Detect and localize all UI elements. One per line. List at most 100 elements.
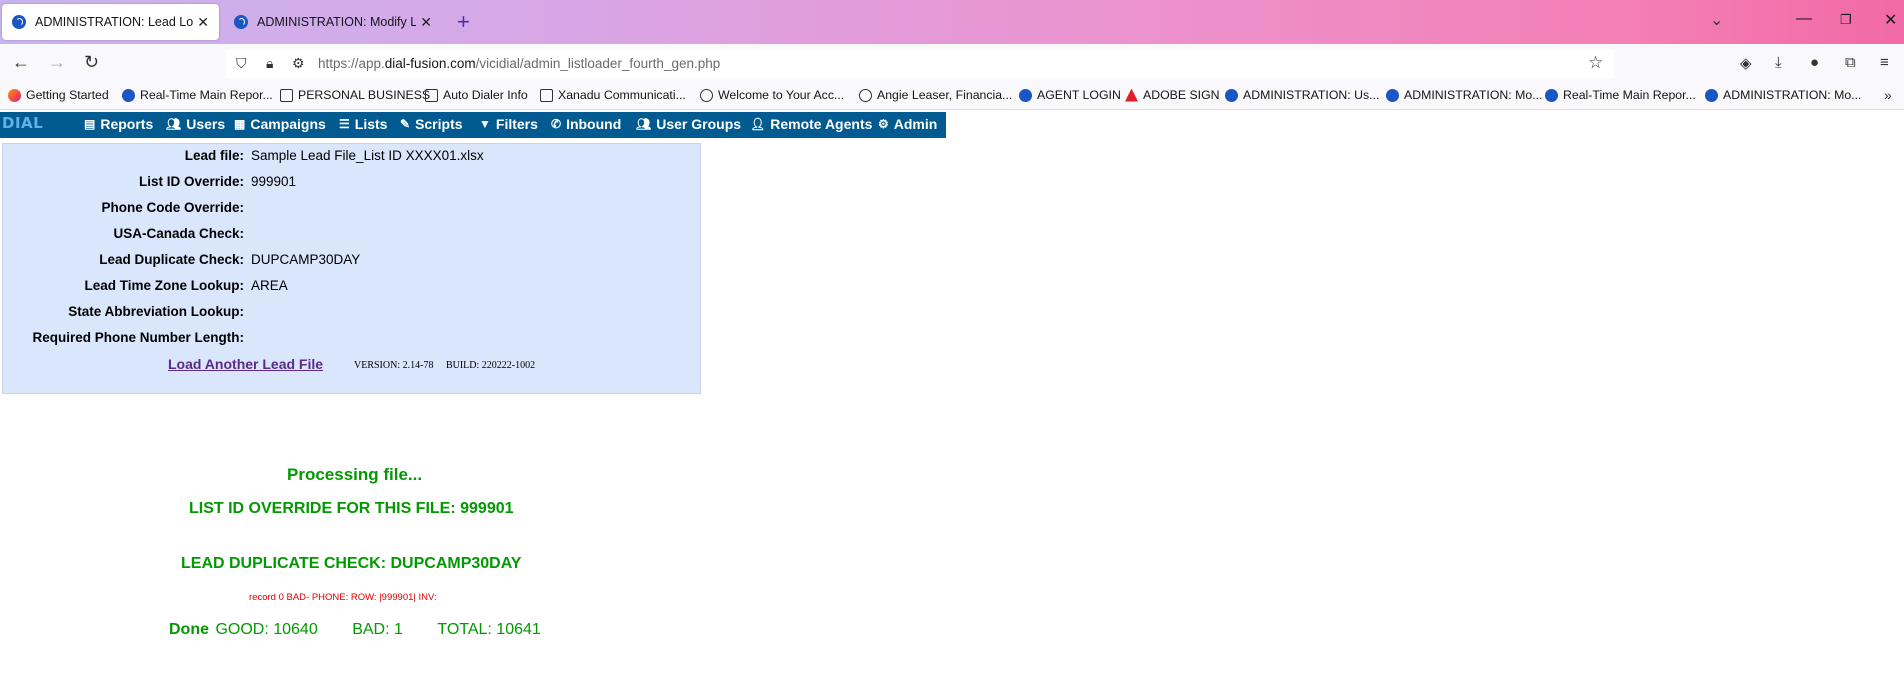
bookmark-item[interactable]: AGENT LOGIN [1019,88,1121,102]
folder-icon [540,88,553,102]
close-window-icon[interactable]: ✕ [1884,10,1897,30]
dial-icon [122,88,135,102]
restore-icon[interactable]: ❐ [1840,12,1852,28]
menu-item-user-groups[interactable]: 👥︎ User Groups [636,116,741,132]
pocket-icon[interactable]: ◈ [1740,54,1752,72]
tab-title: ADMINISTRATION: Lead Loader [35,15,194,29]
bookmark-item[interactable]: Xanadu Communicati... [540,88,686,102]
menu-item-campaigns[interactable]: ▦ Campaigns [234,116,326,132]
folder-icon [425,88,438,102]
menu-item-reports[interactable]: ▤ Reports [84,116,153,132]
downloads-icon[interactable]: ⤓ [1775,54,1782,71]
menu-item-scripts[interactable]: ✎ Scripts [400,116,463,132]
dial-icon [1019,88,1032,102]
url-bar[interactable]: ⛉ 🔒︎ ⚙ https://app.dial-fusion.com/vicid… [226,49,1614,79]
filter-icon: ▼ [479,117,491,131]
summary-row-required-phone-length: Required Phone Number Length: [3,330,702,350]
bookmark-item[interactable]: ADOBE SIGN [1125,88,1220,102]
tab-title: ADMINISTRATION: Modify List [257,15,417,29]
bookmark-item[interactable]: Welcome to Your Acc... [700,88,844,102]
inbound-icon: ✆ [551,117,562,131]
tab-modify-list[interactable]: ADMINISTRATION: Modify List ✕ [224,4,442,40]
menu-icon[interactable]: ≡ [1880,54,1889,71]
summary-label: Phone Code Override: [101,200,244,215]
dial-icon [1225,88,1238,102]
firefox-icon [8,88,21,102]
summary-row-lead-file: Lead file: Sample Lead File_List ID XXXX… [3,148,702,168]
menu-item-lists[interactable]: ☰ Lists [339,116,387,132]
more-bookmarks-icon[interactable]: » [1884,87,1892,103]
summary-label: Required Phone Number Length: [32,330,244,345]
dial-logo[interactable]: DIAL [2,114,43,132]
bad-count: BAD: 1 [352,621,403,638]
bookmarks-bar: Getting Started Real-Time Main Repor... … [0,84,1904,110]
bookmark-item[interactable]: Auto Dialer Info [425,88,528,102]
total-count: TOTAL: 10641 [437,621,541,638]
summary-label: USA-Canada Check: [113,226,244,241]
bookmark-item[interactable]: PERSONAL BUSINESS [280,88,430,102]
summary-value: AREA [251,278,288,293]
browser-tab-bar: ADMINISTRATION: Lead Loader ✕ ADMINISTRA… [0,0,1904,44]
app-menu-bar: DIAL ▤ Reports 👥︎ Users ▦ Campaigns ☰ Lists … [0,112,946,138]
bookmark-item[interactable]: Angie Leaser, Financia... [859,88,1012,102]
user-groups-icon: 👥︎ [636,117,652,131]
gear-icon: ⚙ [878,117,889,131]
menu-item-remote-agents[interactable]: 👤︎ Remote Agents [750,116,872,132]
users-icon: 👥︎ [166,117,182,131]
bookmark-star-icon[interactable]: ☆ [1588,53,1603,73]
lead-duplicate-check-message: LEAD DUPLICATE CHECK: DUPCAMP30DAY [181,555,522,572]
done-summary: Done GOOD: 10640 BAD: 1 TOTAL: 10641 [169,621,541,639]
load-another-lead-file-link[interactable]: Load Another Lead File [168,356,323,372]
tab-lead-loader[interactable]: ADMINISTRATION: Lead Loader ✕ [2,4,219,40]
list-tabs-chevron-icon[interactable]: ⌄ [1710,10,1723,30]
lists-icon: ☰ [339,117,350,131]
dial-icon [1386,88,1399,102]
summary-row-lead-time-zone-lookup: Lead Time Zone Lookup: AREA [3,278,702,298]
menu-item-users[interactable]: 👥︎ Users [166,116,225,132]
summary-value: Sample Lead File_List ID XXXX01.xlsx [251,148,484,163]
shield-icon[interactable]: ⛉ [236,55,247,72]
account-icon[interactable]: ● [1810,54,1819,71]
menu-item-inbound[interactable]: ✆ Inbound [551,116,621,132]
forward-icon[interactable]: → [48,52,66,73]
summary-label: Lead Time Zone Lookup: [84,278,244,293]
campaigns-icon: ▦ [234,117,246,131]
reload-icon[interactable]: ↻ [84,52,99,73]
scripts-icon: ✎ [400,117,411,131]
extensions-icon[interactable]: ⧉ [1845,54,1856,71]
new-tab-icon[interactable]: + [457,9,470,35]
summary-value: DUPCAMP30DAY [251,252,361,267]
bookmark-item[interactable]: ADMINISTRATION: Us... [1225,88,1379,102]
bookmark-item[interactable]: Real-Time Main Repor... [1545,88,1696,102]
summary-row-state-abbreviation-lookup: State Abbreviation Lookup: [3,304,702,324]
bookmark-item[interactable]: Real-Time Main Repor... [122,88,273,102]
menu-item-filters[interactable]: ▼ Filters [479,116,538,132]
lead-file-summary-panel: Lead file: Sample Lead File_List ID XXXX… [2,143,701,394]
done-label: Done [169,621,209,638]
summary-value: 999901 [251,174,297,189]
bookmark-item[interactable]: Getting Started [8,88,109,102]
remote-agents-icon: 👤︎ [750,117,766,131]
dial-icon [1705,88,1718,102]
globe-icon [700,88,713,102]
summary-label: Lead Duplicate Check: [99,252,244,267]
close-tab-icon[interactable]: ✕ [197,14,209,31]
lock-icon[interactable]: 🔒︎ [266,55,273,72]
bookmark-item[interactable]: ADMINISTRATION: Mo... [1386,88,1542,102]
url-text[interactable]: https://app.dial-fusion.com/vicidial/adm… [318,56,720,71]
permissions-icon[interactable]: ⚙ [292,55,305,72]
version-build-text: VERSION: 2.14-78 BUILD: 220222-1002 [354,360,536,371]
bookmark-item[interactable]: ADMINISTRATION: Mo... [1705,88,1861,102]
minimize-icon[interactable]: — [1796,10,1812,28]
good-count: GOOD: 10640 [215,621,318,638]
navigation-toolbar: ← → ↻ ⛉ 🔒︎ ⚙ https://app.dial-fusion.com… [0,44,1904,84]
dial-favicon-icon [234,15,248,29]
close-tab-icon[interactable]: ✕ [420,14,432,31]
folder-icon [280,88,293,102]
menu-item-admin[interactable]: ⚙ Admin [878,116,937,132]
bad-record-message: record 0 BAD- PHONE: ROW: |999901| INV: [249,592,437,603]
list-id-override-message: LIST ID OVERRIDE FOR THIS FILE: 999901 [189,500,514,517]
summary-row-phone-code-override: Phone Code Override: [3,200,702,220]
back-icon[interactable]: ← [12,52,30,73]
summary-label: Lead file: [184,148,244,163]
